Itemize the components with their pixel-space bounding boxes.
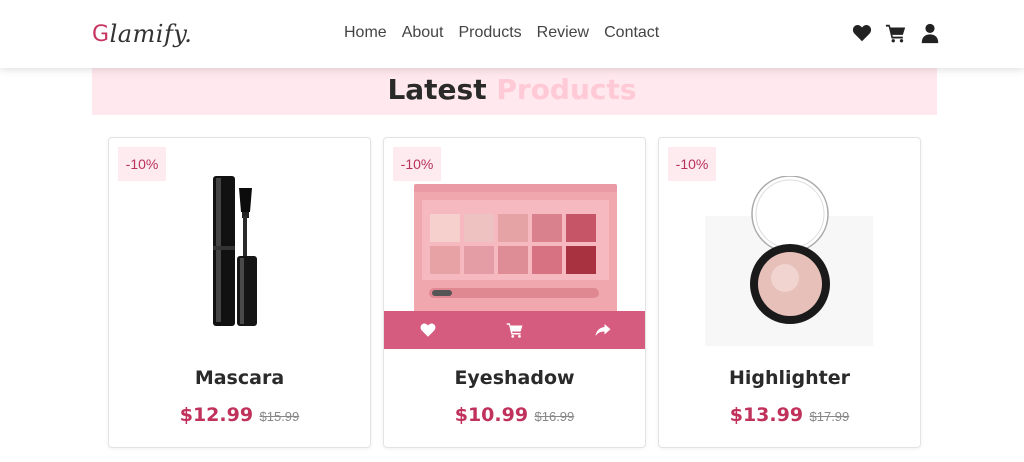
logo-text: lamify. — [109, 20, 193, 48]
product-actions — [384, 311, 645, 349]
main-nav: Home About Products Review Contact — [344, 22, 659, 44]
header-icons — [851, 22, 941, 44]
product-price: $13.99 $17.99 — [659, 404, 920, 426]
site-header: Glamify. Home About Products Review Cont… — [0, 0, 1024, 68]
cart-icon[interactable] — [506, 321, 524, 339]
nav-contact[interactable]: Contact — [604, 22, 659, 44]
product-price: $12.99 $15.99 — [109, 404, 370, 426]
original-price: $15.99 — [259, 409, 300, 424]
logo-initial: G — [92, 21, 110, 47]
original-price: $16.99 — [534, 409, 575, 424]
nav-review[interactable]: Review — [537, 22, 589, 44]
product-name[interactable]: Highlighter — [659, 367, 920, 389]
nav-products[interactable]: Products — [459, 22, 522, 44]
product-image-highlighter — [659, 175, 920, 348]
nav-about[interactable]: About — [402, 22, 444, 44]
heart-icon[interactable] — [419, 321, 437, 339]
product-card-highlighter[interactable]: -10% Highlighter $13.99 $17.99 — [658, 137, 921, 448]
product-image-mascara — [109, 176, 370, 348]
share-icon[interactable] — [594, 321, 612, 339]
discount-badge: -10% — [393, 147, 441, 181]
original-price: $17.99 — [809, 409, 850, 424]
discount-badge: -10% — [118, 147, 166, 181]
current-price: $12.99 — [179, 404, 254, 426]
product-card-eyeshadow[interactable]: -10% Eyeshadow $10.99 $16.99 — [383, 137, 646, 448]
current-price: $10.99 — [454, 404, 529, 426]
heart-icon[interactable] — [851, 22, 873, 44]
product-name[interactable]: Mascara — [109, 367, 370, 389]
product-name[interactable]: Eyeshadow — [384, 367, 645, 389]
product-price: $10.99 $16.99 — [384, 404, 645, 426]
current-price: $13.99 — [729, 404, 804, 426]
nav-home[interactable]: Home — [344, 22, 387, 44]
cart-icon[interactable] — [885, 22, 907, 44]
section-title-main: Latest — [387, 73, 487, 106]
section-title: Latest Products — [0, 72, 1024, 108]
section-title-accent: Products — [496, 73, 637, 106]
product-card-mascara[interactable]: -10% Mascara $12.99 $15.99 — [108, 137, 371, 448]
user-icon[interactable] — [919, 22, 941, 44]
discount-badge: -10% — [668, 147, 716, 181]
logo[interactable]: Glamify. — [92, 14, 196, 54]
